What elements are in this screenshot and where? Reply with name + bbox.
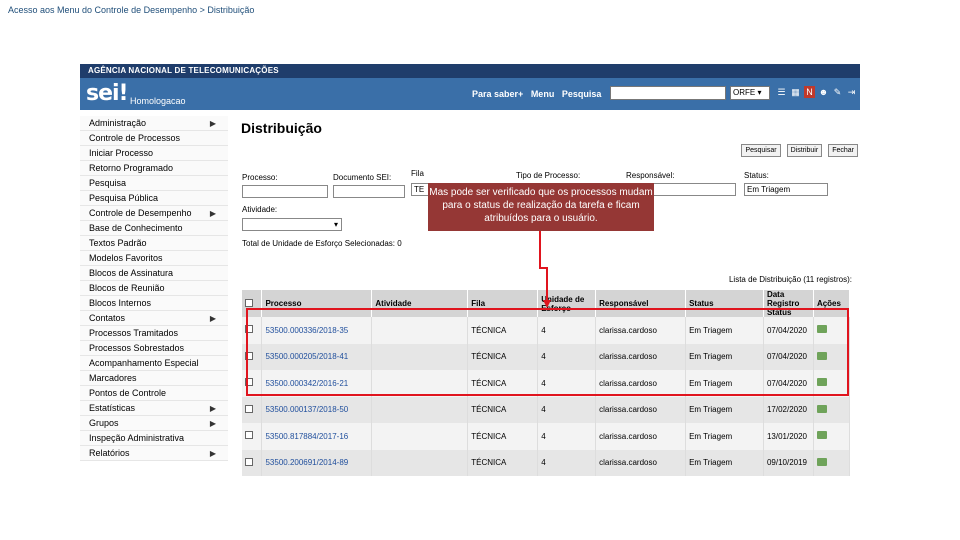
callout-arrow (539, 231, 551, 308)
highlight-box (246, 308, 849, 396)
